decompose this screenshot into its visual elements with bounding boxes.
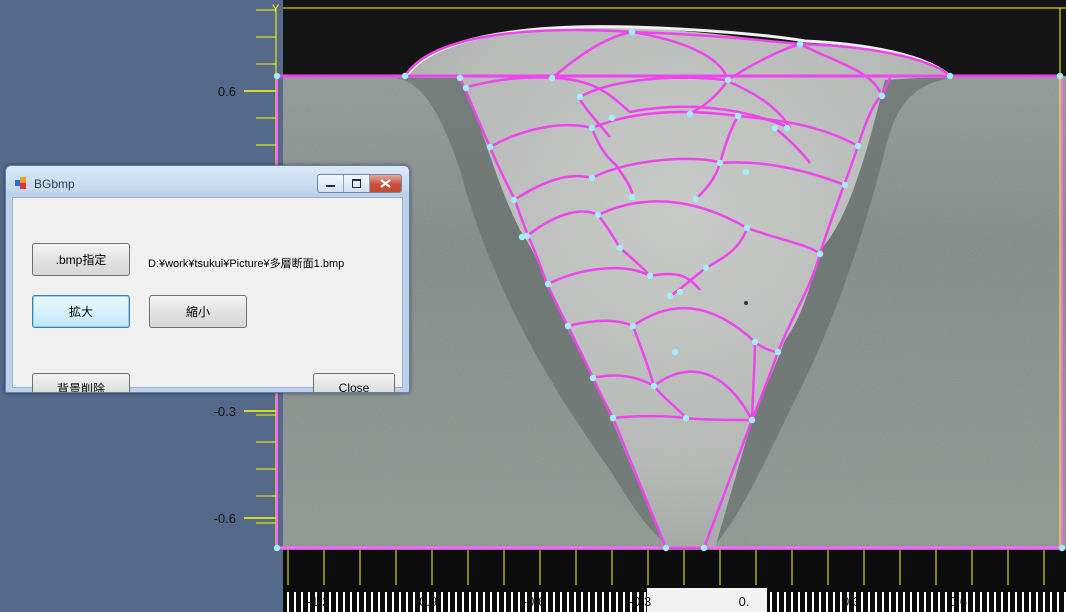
contour-node: [743, 224, 751, 232]
contour-node: [878, 92, 886, 100]
contour-node: [456, 74, 464, 82]
contour-node: [629, 322, 637, 330]
contour-node: [608, 114, 616, 122]
contour-node: [544, 280, 552, 288]
background-delete-button[interactable]: 背景削除: [32, 373, 130, 392]
contour-node: [616, 244, 624, 252]
x-tick-label: 0.6: [949, 594, 967, 609]
contour-node: [462, 84, 470, 92]
contour-node: [518, 233, 526, 241]
contour-node: [702, 264, 710, 272]
contour-node: [682, 414, 690, 422]
contour-node: [734, 112, 742, 120]
contour-node: [628, 28, 636, 36]
contour-node: [662, 544, 670, 552]
contour-node: [783, 124, 791, 132]
x-tick-label: 0.3: [842, 594, 860, 609]
contour-node: [510, 196, 518, 204]
bgbmp-window: BGbmp .bmp指定 D:¥work¥tsukui¥Picture¥多層断面…: [5, 165, 410, 393]
contour-node: [588, 174, 596, 182]
contour-node: [588, 124, 596, 132]
x-tick-label: -1.2: [307, 594, 329, 609]
contour-node: [854, 142, 862, 150]
contour-node: [676, 288, 684, 296]
close-icon: [380, 179, 391, 188]
contour-node: [700, 544, 708, 552]
contour-node: [724, 76, 732, 84]
x-tick-label: -0.9: [415, 594, 437, 609]
contour-node: [576, 93, 584, 101]
title-bar[interactable]: BGbmp: [6, 166, 409, 196]
maximize-button[interactable]: [344, 175, 370, 192]
x-tick-label: -0.3: [629, 594, 651, 609]
contour-node: [628, 193, 636, 201]
contour-node: [273, 72, 281, 80]
y-axis-letter: Y: [272, 3, 280, 15]
contour-node: [594, 211, 602, 219]
y-tick-label: 0.6: [218, 84, 236, 99]
x-tick-label: -0.6: [523, 594, 545, 609]
contour-node: [686, 110, 694, 118]
app-icon: [15, 177, 29, 189]
bmp-select-button[interactable]: .bmp指定: [32, 243, 130, 276]
minimize-icon: [326, 185, 335, 187]
x-tick-label: 0.: [739, 594, 750, 609]
y-tick-label: -0.3: [214, 404, 236, 419]
close-window-button[interactable]: [370, 175, 401, 192]
zoom-in-button[interactable]: 拡大: [32, 295, 130, 328]
contour-node: [771, 124, 779, 132]
contour-node: [1058, 544, 1066, 552]
contour-node: [548, 74, 556, 82]
contour-node: [796, 40, 804, 48]
contour-node: [646, 272, 654, 280]
contour-node: [946, 72, 954, 80]
window-title: BGbmp: [34, 177, 75, 191]
contour-node: [816, 250, 824, 258]
cursor-point: [744, 301, 748, 305]
contour-node: [609, 414, 617, 422]
contour-node: [401, 72, 409, 80]
contour-node: [671, 348, 679, 356]
contour-node: [486, 143, 494, 151]
contour-node: [841, 181, 849, 189]
file-path-label: D:¥work¥tsukui¥Picture¥多層断面1.bmp: [148, 258, 345, 270]
minimize-button[interactable]: [318, 175, 344, 192]
contour-node: [742, 168, 750, 176]
contour-node: [564, 322, 572, 330]
y-tick-label: -0.6: [214, 511, 236, 526]
contour-node: [774, 348, 782, 356]
zoom-out-button[interactable]: 縮小: [149, 295, 247, 328]
window-controls: [317, 174, 402, 193]
contour-node: [692, 195, 700, 203]
contour-node: [650, 382, 658, 390]
close-button[interactable]: Close: [313, 373, 395, 392]
window-client-area: .bmp指定 D:¥work¥tsukui¥Picture¥多層断面1.bmp …: [12, 197, 403, 392]
contour-node: [716, 159, 724, 167]
maximize-icon: [352, 179, 361, 188]
contour-node: [666, 292, 674, 300]
contour-node: [589, 374, 597, 382]
contour-node: [748, 416, 756, 424]
contour-node: [751, 338, 759, 346]
contour-node: [273, 544, 281, 552]
contour-node: [1056, 72, 1064, 80]
